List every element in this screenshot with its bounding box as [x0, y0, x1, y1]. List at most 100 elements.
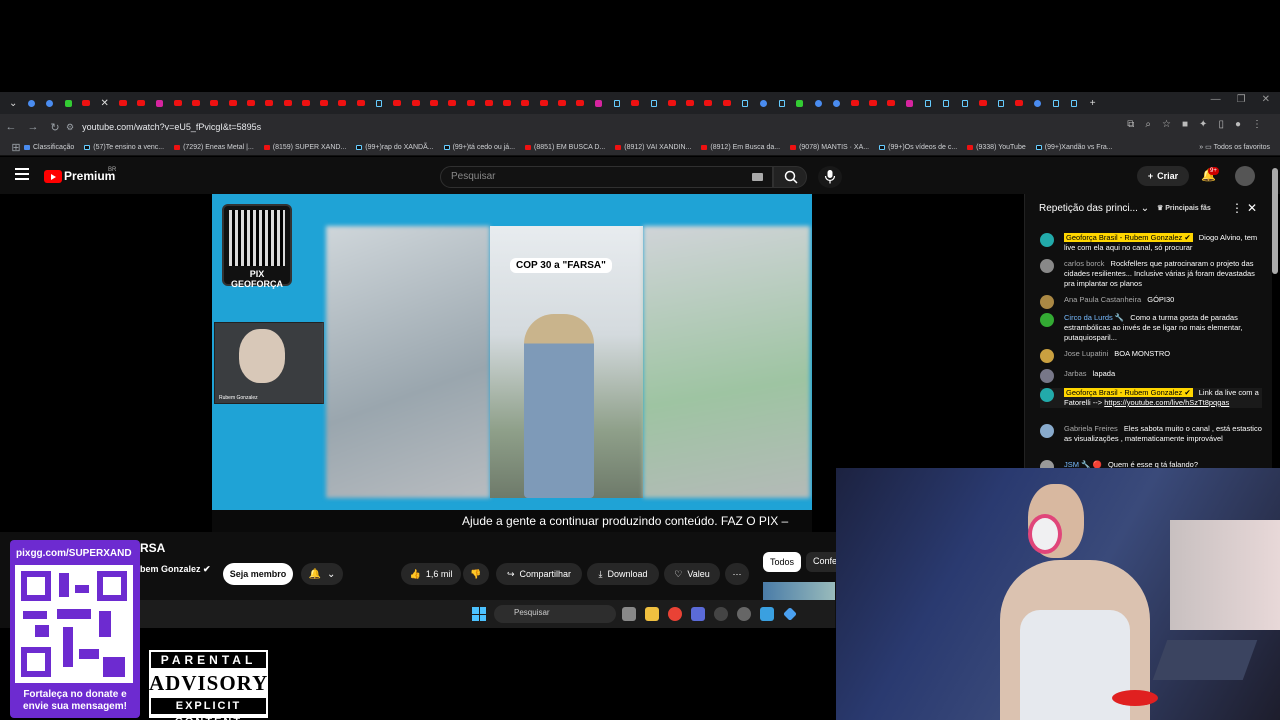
tab[interactable] [955, 92, 973, 114]
tab[interactable] [663, 92, 681, 114]
tab[interactable] [370, 92, 388, 114]
tab[interactable] [516, 92, 534, 114]
join-button[interactable]: Seja membro [223, 563, 293, 585]
tab[interactable] [626, 92, 644, 114]
tab[interactable] [260, 92, 278, 114]
tab[interactable] [974, 92, 992, 114]
app-icon[interactable] [760, 607, 774, 621]
filter-chip-conf[interactable]: Confe [806, 552, 840, 572]
tab[interactable] [132, 92, 150, 114]
tab[interactable] [297, 92, 315, 114]
dislike-button[interactable]: 👎 [463, 563, 489, 585]
filter-chip-all[interactable]: Todos [763, 552, 801, 572]
tab[interactable] [754, 92, 772, 114]
hamburger-menu-icon[interactable] [15, 168, 29, 180]
chat-mode[interactable]: ♛ Principais fãs [1157, 204, 1211, 212]
tab[interactable] [461, 92, 479, 114]
tab[interactable] [571, 92, 589, 114]
tab[interactable] [1010, 92, 1028, 114]
search-button[interactable] [773, 166, 807, 188]
tab[interactable] [22, 92, 40, 114]
tab[interactable] [388, 92, 406, 114]
profile-icon[interactable]: ● [1235, 119, 1241, 130]
tab-list-button[interactable]: ⌄ [4, 92, 22, 114]
tab[interactable] [114, 92, 132, 114]
bookmark[interactable]: (99+)Xandão vs Fra... [1035, 144, 1113, 151]
site-info-icon[interactable]: ⚙ [66, 122, 74, 133]
tab[interactable] [681, 92, 699, 114]
minimize-icon[interactable]: — [1211, 94, 1221, 105]
tab[interactable] [59, 92, 77, 114]
taskbar-search[interactable]: Pesquisar [494, 605, 616, 623]
menu-icon[interactable]: ⋮ [1252, 119, 1262, 130]
subscription-bell-button[interactable]: 🔔 ⌄ [301, 563, 343, 585]
tab[interactable] [1029, 92, 1047, 114]
star-icon[interactable]: ☆ [1162, 119, 1171, 130]
tab[interactable] [187, 92, 205, 114]
tab[interactable] [937, 92, 955, 114]
url-field[interactable]: ⚙ youtube.com/watch?v=eU5_fPvicgI&t=5895… [66, 118, 1096, 136]
bookmark[interactable]: (99+)rap do XANDÃ... [356, 144, 434, 151]
chat-author[interactable]: Circo da Lurds 🔧 [1064, 313, 1124, 322]
download-button[interactable]: ⤓ Download [587, 563, 659, 585]
apps-icon[interactable]: ⊞ [8, 141, 24, 154]
tab[interactable] [205, 92, 223, 114]
recommended-thumbnail[interactable] [763, 582, 835, 602]
thanks-button[interactable]: ♡ Valeu [664, 563, 720, 585]
bookmark[interactable]: (9338) YouTube [967, 144, 1026, 151]
tab[interactable] [846, 92, 864, 114]
chat-author[interactable]: Jarbas [1064, 369, 1087, 378]
tab[interactable] [333, 92, 351, 114]
share-button[interactable]: ↪ Compartilhar [496, 563, 582, 585]
tab-close-icon[interactable]: ✕ [95, 92, 113, 114]
chat-author[interactable]: Geoforça Brasil - Rubem Gonzalez ✔ [1064, 233, 1193, 242]
chat-author[interactable]: Geoforça Brasil - Rubem Gonzalez ✔ [1064, 388, 1193, 397]
zoom-icon[interactable]: ⌕ [1145, 119, 1151, 130]
search-input[interactable]: Pesquisar [440, 166, 773, 188]
like-button[interactable]: 👍 1,6 mil [401, 563, 461, 585]
tab[interactable] [425, 92, 443, 114]
tab[interactable] [901, 92, 919, 114]
bookmark[interactable]: (9078) MANTIS · XA... [790, 144, 869, 151]
youtube-logo-icon[interactable] [44, 170, 62, 183]
tab[interactable] [480, 92, 498, 114]
chat-author[interactable]: Gabriela Freires [1064, 424, 1118, 433]
windows-start-icon[interactable] [472, 607, 486, 621]
bookmark[interactable]: Classificação [24, 144, 74, 151]
tab[interactable] [535, 92, 553, 114]
chrome-icon[interactable] [668, 607, 682, 621]
tab[interactable] [736, 92, 754, 114]
bookmark[interactable]: (7292) Eneas Metal |... [174, 144, 254, 151]
chat-author[interactable]: Ana Paula Castanheira [1064, 295, 1141, 304]
tab[interactable] [809, 92, 827, 114]
chat-title[interactable]: Repetição das princi... ⌄ [1039, 203, 1149, 214]
tab[interactable] [553, 92, 571, 114]
channel-name[interactable]: bem Gonzalez ✔ [140, 564, 211, 575]
tab[interactable] [278, 92, 296, 114]
puzzle-icon[interactable]: ✦ [1199, 119, 1207, 130]
bookmark[interactable]: (8159) SUPER XAND... [263, 144, 346, 151]
all-bookmarks[interactable]: » ▭ Todos os favoritos [1199, 143, 1270, 151]
close-window-icon[interactable]: ✕ [1262, 94, 1270, 105]
tab[interactable] [919, 92, 937, 114]
tab[interactable] [150, 92, 168, 114]
tab[interactable] [1065, 92, 1083, 114]
bookmark[interactable]: (99+)Os vídeos de c... [879, 144, 957, 151]
tab[interactable] [772, 92, 790, 114]
app-icon[interactable] [691, 607, 705, 621]
tab[interactable] [882, 92, 900, 114]
video-player[interactable]: PIX GEOFORÇA Rubem Gonzalez COP 30 a "FA… [212, 194, 812, 532]
more-actions-button[interactable]: ⋯ [725, 563, 749, 585]
account-avatar[interactable] [1235, 166, 1255, 186]
tab[interactable] [315, 92, 333, 114]
chat-author[interactable]: carlos borck [1064, 259, 1104, 268]
tab[interactable] [498, 92, 516, 114]
task-view-icon[interactable] [622, 607, 636, 621]
bookmark[interactable]: (57)Te ensino a venc... [84, 144, 164, 151]
app-icon[interactable] [714, 607, 728, 621]
app-icon[interactable] [783, 607, 797, 621]
tab[interactable] [791, 92, 809, 114]
tab[interactable] [77, 92, 95, 114]
voice-search-button[interactable] [818, 166, 842, 188]
tab[interactable] [352, 92, 370, 114]
